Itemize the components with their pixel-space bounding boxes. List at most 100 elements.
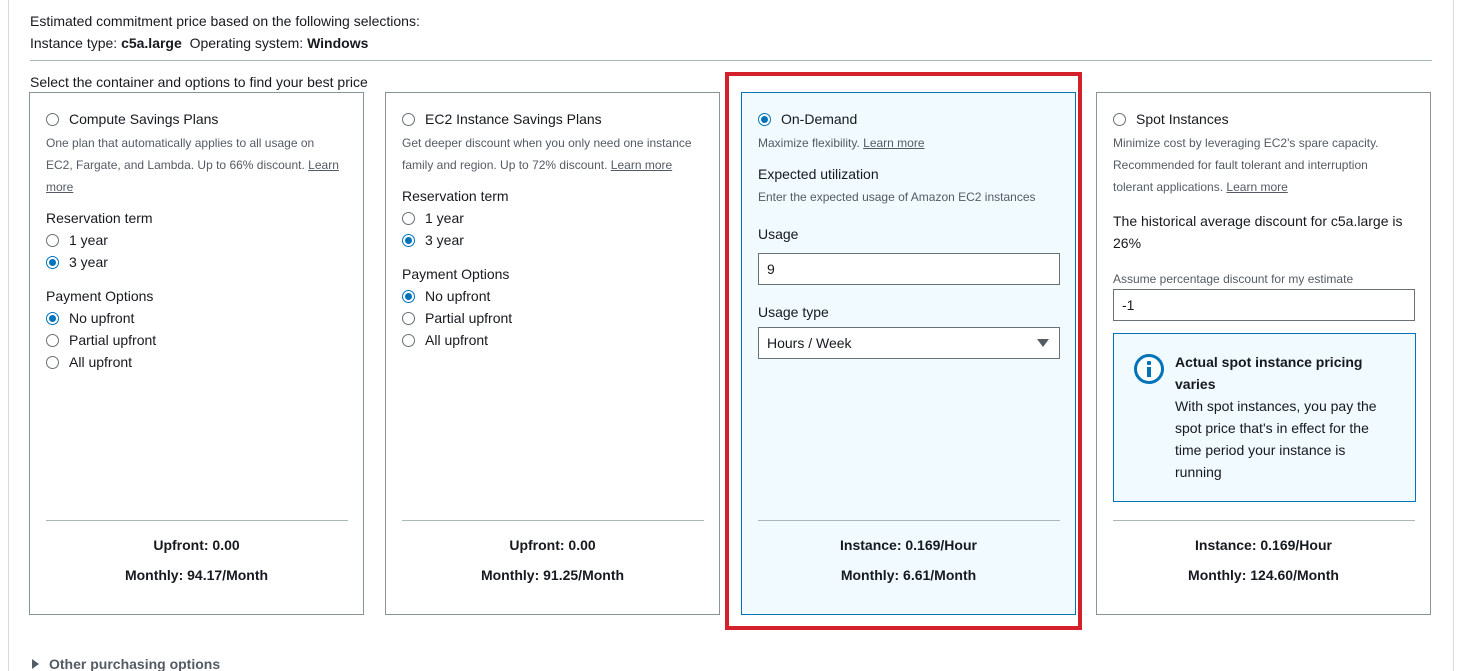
radio-icon[interactable] [46, 311, 59, 325]
footer-divider [1113, 520, 1415, 521]
desc-line: Get deeper discount when you only need o… [402, 136, 692, 150]
learn-more-link[interactable]: Learn more [611, 158, 672, 172]
option-label: Partial upfront [425, 310, 513, 326]
desc-line: more [46, 176, 339, 198]
usage-type-label: Usage type [758, 304, 829, 320]
radio-icon[interactable] [402, 311, 415, 325]
radio-icon[interactable] [46, 255, 59, 269]
os-value: Windows [307, 35, 369, 51]
ec2-savings-plans-radio[interactable]: EC2 Instance Savings Plans [402, 111, 602, 127]
desc-text: tolerant applications. [1113, 180, 1224, 194]
payment-all-upfront[interactable]: All upfront [46, 354, 132, 370]
card-title: Compute Savings Plans [69, 111, 219, 127]
os-label: Operating system: [189, 35, 304, 51]
upfront-price: Upfront: 0.00 [509, 537, 596, 553]
payment-all-upfront[interactable]: All upfront [402, 332, 488, 348]
radio-icon[interactable] [1113, 112, 1126, 126]
card-description: One plan that automatically applies to a… [46, 132, 339, 198]
radio-icon[interactable] [46, 333, 59, 347]
option-label: 1 year [425, 210, 464, 226]
historical-discount-text: The historical average discount for c5a.… [1113, 210, 1418, 254]
caret-right-icon[interactable] [32, 659, 39, 669]
term-option-3-year[interactable]: 3 year [46, 254, 108, 270]
monthly-price: Monthly: 94.17/Month [124, 567, 269, 583]
learn-more-link[interactable]: Learn more [1226, 180, 1287, 194]
reservation-term-label: Reservation term [46, 210, 153, 226]
historical-line: The historical average discount for c5a.… [1113, 213, 1403, 229]
term-option-1-year[interactable]: 1 year [46, 232, 108, 248]
term-option-1-year[interactable]: 1 year [402, 210, 464, 226]
select-container-label: Select the container and options to find… [30, 74, 368, 90]
radio-icon[interactable] [402, 112, 415, 126]
payment-options-label: Payment Options [46, 288, 154, 304]
radio-icon[interactable] [402, 233, 415, 247]
learn-more-link-cont[interactable]: more [46, 180, 73, 194]
desc-line: Recommended for fault tolerant and inter… [1113, 158, 1368, 172]
payment-options-label: Payment Options [402, 266, 510, 282]
radio-icon[interactable] [402, 333, 415, 347]
option-label: All upfront [425, 332, 489, 348]
payment-partial-upfront[interactable]: Partial upfront [402, 310, 512, 326]
usage-label: Usage [758, 226, 799, 242]
desc-text: EC2, Fargate, and Lambda. Up to 66% disc… [46, 158, 305, 172]
monthly-price: Monthly: 124.60/Month [1188, 567, 1339, 583]
payment-no-upfront[interactable]: No upfront [402, 288, 490, 304]
desc-line: family and region. Up to 72% discount. L… [402, 154, 692, 176]
desc-text: Maximize flexibility. [758, 136, 860, 150]
learn-more-link[interactable]: Learn more [863, 136, 924, 150]
monthly-price: Monthly: 91.25/Month [480, 567, 625, 583]
term-option-3-year[interactable]: 3 year [402, 232, 464, 248]
desc-line: tolerant applications. Learn more [1113, 176, 1379, 198]
radio-icon[interactable] [402, 289, 415, 303]
assume-discount-input[interactable]: -1 [1113, 289, 1415, 321]
usage-type-value: Hours / Week [767, 335, 852, 351]
radio-icon[interactable] [46, 233, 59, 247]
historical-value: 26% [1113, 235, 1142, 251]
payment-partial-upfront[interactable]: Partial upfront [46, 332, 156, 348]
option-label: 3 year [425, 232, 464, 248]
other-purchasing-options-label: Other purchasing options [49, 656, 221, 671]
option-label: 1 year [69, 232, 108, 248]
info-circle-icon [1134, 354, 1164, 384]
card-compute-savings-plans[interactable]: Compute Savings Plans One plan that auto… [29, 92, 364, 615]
summary-selections: Instance type: c5a.large Operating syste… [30, 35, 368, 51]
card-title: EC2 Instance Savings Plans [425, 111, 602, 127]
other-purchasing-options-toggle[interactable]: Other purchasing options [32, 656, 220, 671]
instance-price: Instance: 0.169/Hour [840, 537, 977, 553]
assume-discount-label: Assume percentage discount for my estima… [1113, 272, 1354, 286]
radio-icon[interactable] [46, 355, 59, 369]
radio-icon[interactable] [758, 112, 771, 126]
alert-body: With spot instances, you pay the spot pr… [1175, 398, 1377, 480]
utilization-description: Enter the expected usage of Amazon EC2 i… [758, 190, 1036, 204]
usage-type-select[interactable]: Hours / Week [758, 327, 1060, 359]
desc-text: family and region. Up to 72% discount. [402, 158, 608, 172]
card-title: On-Demand [781, 111, 858, 127]
upfront-price: Upfront: 0.00 [153, 537, 240, 553]
spot-instances-radio[interactable]: Spot Instances [1113, 111, 1229, 127]
card-ec2-instance-savings-plans[interactable]: EC2 Instance Savings Plans Get deeper di… [385, 92, 720, 615]
card-on-demand[interactable]: On-Demand Maximize flexibility. Learn mo… [741, 92, 1076, 615]
on-demand-radio[interactable]: On-Demand [758, 111, 857, 127]
option-label: All upfront [69, 354, 133, 370]
card-description: Get deeper discount when you only need o… [402, 132, 692, 176]
expected-utilization-label: Expected utilization [758, 166, 879, 182]
learn-more-link[interactable]: Learn [308, 158, 339, 172]
alert-title: Actual spot instance pricing varies [1175, 354, 1363, 392]
footer-divider [402, 520, 704, 521]
divider [30, 60, 1432, 61]
option-label: 3 year [69, 254, 108, 270]
reservation-term-label: Reservation term [402, 188, 509, 204]
card-title: Spot Instances [1136, 111, 1229, 127]
option-label: No upfront [69, 310, 135, 326]
radio-icon[interactable] [46, 112, 59, 126]
radio-icon[interactable] [402, 211, 415, 225]
card-description: Maximize flexibility. Learn more [758, 132, 925, 154]
option-label: No upfront [425, 288, 491, 304]
desc-line: EC2, Fargate, and Lambda. Up to 66% disc… [46, 154, 339, 176]
usage-input[interactable]: 9 [758, 253, 1060, 285]
payment-no-upfront[interactable]: No upfront [46, 310, 134, 326]
card-spot-instances[interactable]: Spot Instances Minimize cost by leveragi… [1096, 92, 1431, 615]
card-description: Minimize cost by leveraging EC2's spare … [1113, 132, 1379, 198]
compute-savings-plans-radio[interactable]: Compute Savings Plans [46, 111, 218, 127]
instance-type-value: c5a.large [121, 35, 182, 51]
